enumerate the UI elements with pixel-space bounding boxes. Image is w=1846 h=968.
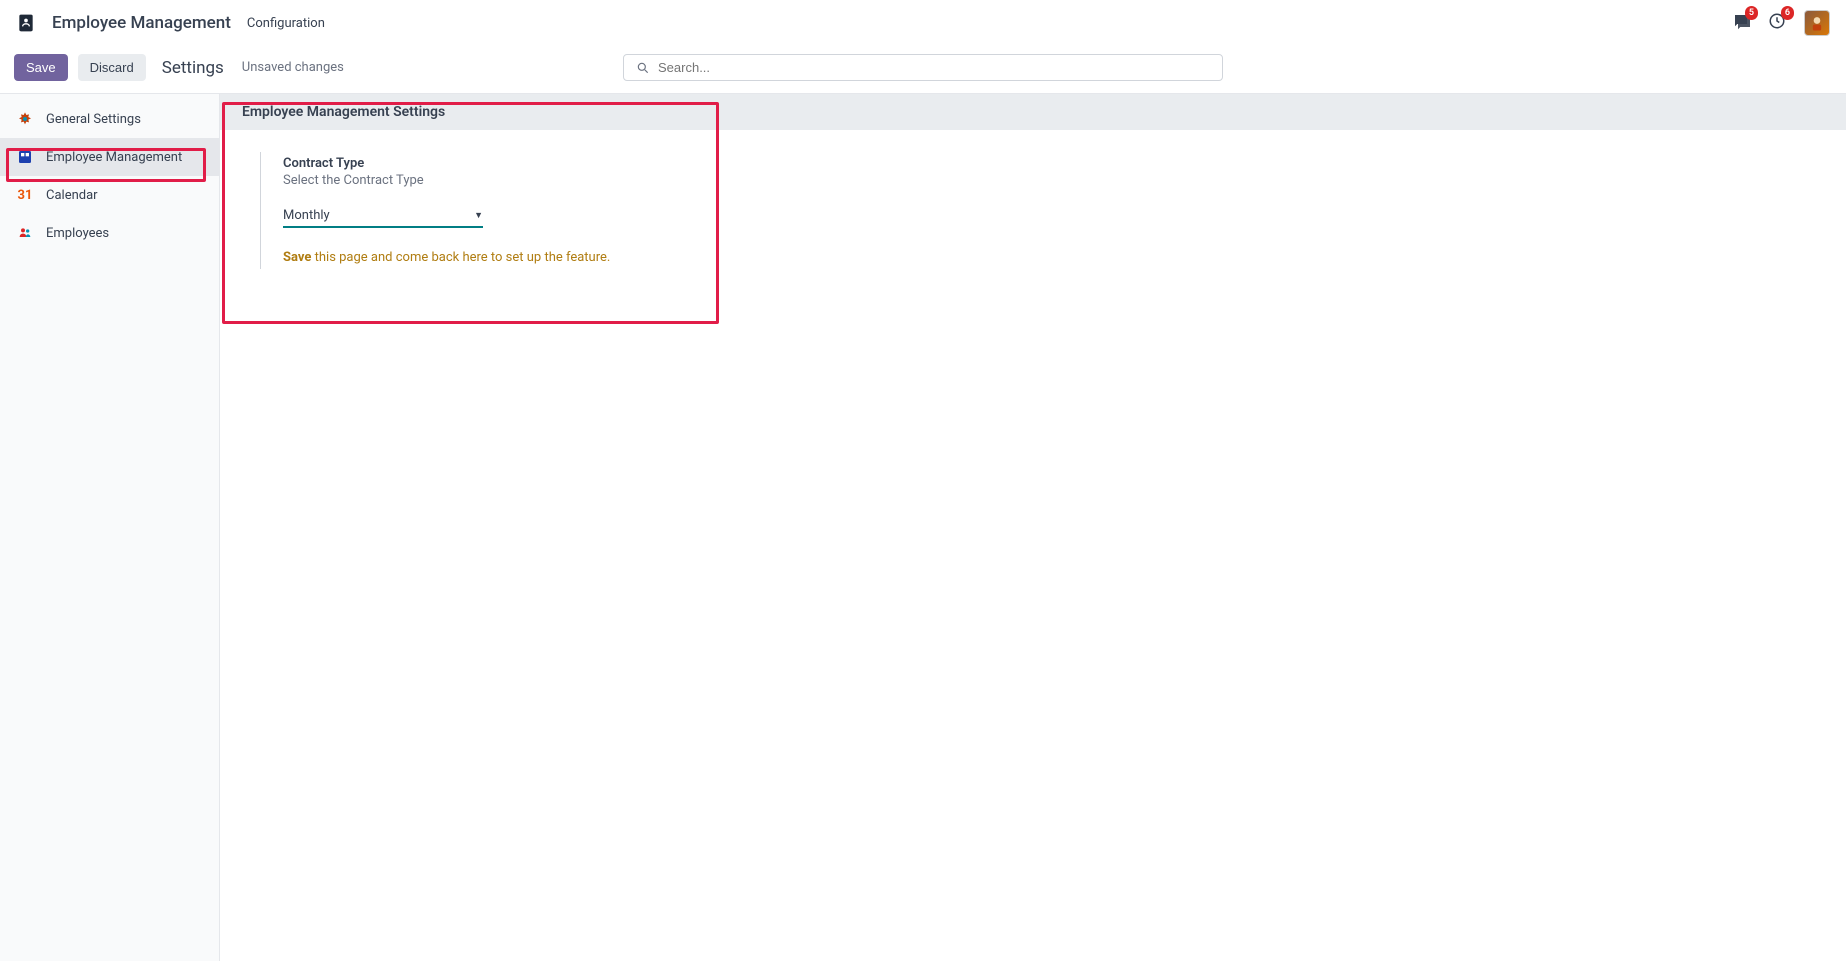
user-avatar[interactable] (1804, 10, 1830, 36)
employee-mgmt-icon (16, 148, 34, 166)
nav-configuration[interactable]: Configuration (247, 16, 325, 31)
navbar-right: 5 6 (1732, 10, 1830, 36)
search-icon (636, 61, 650, 75)
sidebar-item-general[interactable]: General Settings (0, 100, 219, 138)
messages-badge: 5 (1745, 6, 1758, 20)
setting-description: Select the Contract Type (283, 173, 680, 188)
search-box[interactable] (623, 54, 1223, 81)
sidebar-item-label: General Settings (46, 112, 141, 127)
messages-icon[interactable]: 5 (1732, 12, 1750, 34)
content: General Settings Employee Management 31 … (0, 93, 1846, 961)
discard-button[interactable]: Discard (78, 54, 146, 81)
contract-type-setting: Contract Type Select the Contract Type M… (260, 152, 680, 269)
activities-icon[interactable]: 6 (1768, 12, 1786, 34)
search-input[interactable] (658, 60, 1210, 75)
app-title[interactable]: Employee Management (52, 13, 231, 33)
save-hint-text: this page and come back here to set up t… (311, 250, 610, 265)
sidebar-item-label: Employees (46, 226, 109, 241)
sidebar-item-label: Employee Management (46, 150, 182, 165)
settings-body: Contract Type Select the Contract Type M… (220, 130, 1846, 291)
chevron-down-icon: ▼ (474, 210, 483, 221)
main-panel: Employee Management Settings Contract Ty… (220, 94, 1846, 961)
sidebar-item-employees[interactable]: Employees (0, 214, 219, 252)
setting-title: Contract Type (283, 156, 680, 171)
save-hint: Save this page and come back here to set… (283, 250, 680, 265)
gear-icon (16, 110, 34, 128)
search-wrap (623, 54, 1223, 81)
action-bar: Save Discard Settings Unsaved changes (0, 46, 1846, 93)
app-icon[interactable] (16, 13, 36, 33)
calendar-icon: 31 (16, 186, 34, 204)
contract-type-select[interactable]: Monthly ▼ (283, 206, 483, 228)
save-button[interactable]: Save (14, 54, 68, 81)
employees-icon (16, 224, 34, 242)
unsaved-status: Unsaved changes (242, 60, 344, 75)
save-hint-link[interactable]: Save (283, 250, 311, 265)
sidebar-item-calendar[interactable]: 31 Calendar (0, 176, 219, 214)
activities-badge: 6 (1781, 6, 1794, 20)
section-header: Employee Management Settings (220, 94, 1846, 130)
sidebar-item-label: Calendar (46, 188, 98, 203)
top-navbar: Employee Management Configuration 5 6 (0, 0, 1846, 46)
view-title: Settings (162, 58, 224, 78)
settings-sidebar: General Settings Employee Management 31 … (0, 94, 220, 961)
sidebar-item-employee-management[interactable]: Employee Management (0, 138, 219, 176)
navbar-left: Employee Management Configuration (16, 13, 325, 33)
select-value: Monthly (283, 208, 330, 223)
